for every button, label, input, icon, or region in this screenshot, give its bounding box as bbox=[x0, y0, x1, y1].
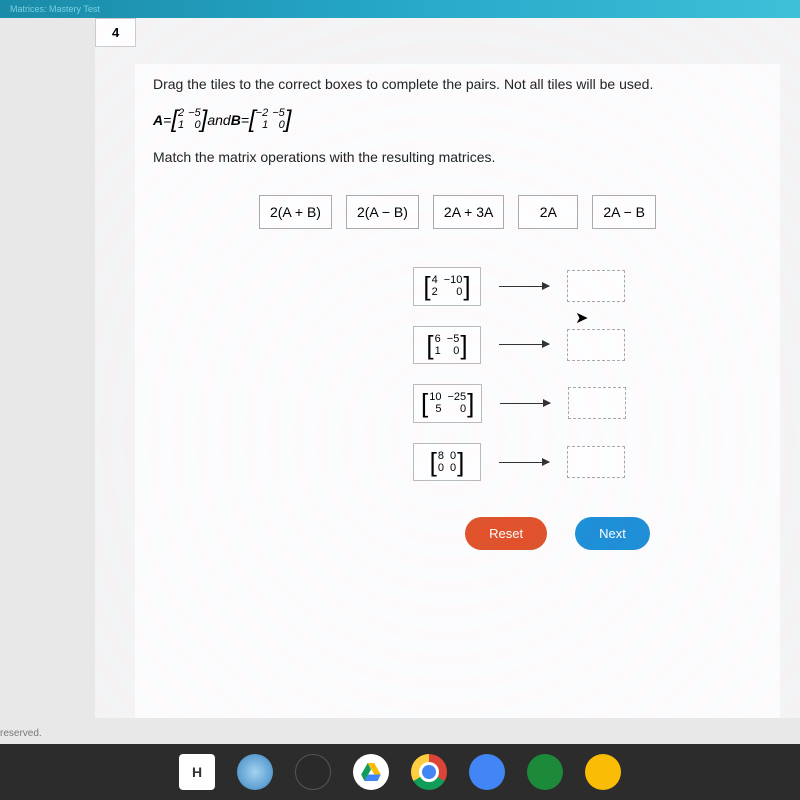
tile-2a-plus-b[interactable]: 2(A + B) bbox=[259, 195, 332, 229]
header-bar: Matrices: Mastery Test bbox=[0, 0, 800, 18]
taskbar-h-icon[interactable]: H bbox=[179, 754, 215, 790]
arrow-icon bbox=[500, 403, 550, 404]
arrow-icon bbox=[499, 344, 549, 345]
tile-2a-plus-3a[interactable]: 2A + 3A bbox=[433, 195, 504, 229]
tiles-row: 2(A + B) 2(A − B) 2A + 3A 2A 2A − B bbox=[153, 195, 762, 229]
instruction-primary: Drag the tiles to the correct boxes to c… bbox=[153, 76, 762, 92]
cursor-icon: ➤ bbox=[575, 308, 588, 328]
question-content: Drag the tiles to the correct boxes to c… bbox=[135, 64, 780, 718]
question-tab[interactable]: 4 bbox=[95, 18, 136, 47]
drop-target[interactable] bbox=[567, 329, 625, 361]
taskbar-yellow-icon[interactable] bbox=[585, 754, 621, 790]
instruction-secondary: Match the matrix operations with the res… bbox=[153, 149, 762, 165]
taskbar: H bbox=[0, 744, 800, 800]
taskbar-chat-icon[interactable] bbox=[237, 754, 273, 790]
drop-target[interactable] bbox=[567, 446, 625, 478]
page-area: 4 Drag the tiles to the correct boxes to… bbox=[95, 18, 800, 718]
taskbar-calc-icon[interactable] bbox=[469, 754, 505, 790]
matrix-definitions: A = [ 2−5 10 ] and B = [ −2−5 10 ] bbox=[153, 106, 762, 134]
button-row: Reset Next bbox=[353, 517, 762, 550]
pair-row: [ 10−25 50 ] bbox=[413, 384, 762, 423]
taskbar-green-icon[interactable] bbox=[527, 754, 563, 790]
taskbar-drive-icon[interactable] bbox=[353, 754, 389, 790]
result-matrix: [ 4−10 20 ] bbox=[413, 267, 481, 306]
equals: = bbox=[241, 112, 249, 128]
taskbar-chrome-icon[interactable] bbox=[411, 754, 447, 790]
drop-target[interactable] bbox=[568, 387, 626, 419]
taskbar-app-icon[interactable] bbox=[295, 754, 331, 790]
matrix-b: [ −2−5 10 ] bbox=[249, 106, 291, 134]
arrow-icon bbox=[499, 286, 549, 287]
tile-2a-minus-b-paren[interactable]: 2(A − B) bbox=[346, 195, 419, 229]
result-matrix: [ 10−25 50 ] bbox=[413, 384, 482, 423]
footer-text: reserved. bbox=[0, 728, 800, 739]
matrix-a: [ 2−5 10 ] bbox=[171, 106, 207, 134]
drop-target[interactable] bbox=[567, 270, 625, 302]
pair-row: [ 4−10 20 ] bbox=[413, 267, 762, 306]
breadcrumb-text: Matrices: Mastery Test bbox=[10, 4, 100, 14]
pairs-column: [ 4−10 20 ] [ 6−5 10 ] bbox=[413, 267, 762, 481]
reset-button[interactable]: Reset bbox=[465, 517, 547, 550]
arrow-icon bbox=[499, 462, 549, 463]
var-b: B bbox=[231, 112, 241, 128]
tile-2a-minus-b[interactable]: 2A − B bbox=[592, 195, 656, 229]
tile-2a[interactable]: 2A bbox=[518, 195, 578, 229]
result-matrix: [ 80 00 ] bbox=[413, 443, 481, 482]
next-button[interactable]: Next bbox=[575, 517, 650, 550]
pair-row: [ 6−5 10 ] bbox=[413, 326, 762, 365]
var-a: A bbox=[153, 112, 163, 128]
pair-row: [ 80 00 ] bbox=[413, 443, 762, 482]
and-text: and bbox=[207, 112, 230, 128]
result-matrix: [ 6−5 10 ] bbox=[413, 326, 481, 365]
